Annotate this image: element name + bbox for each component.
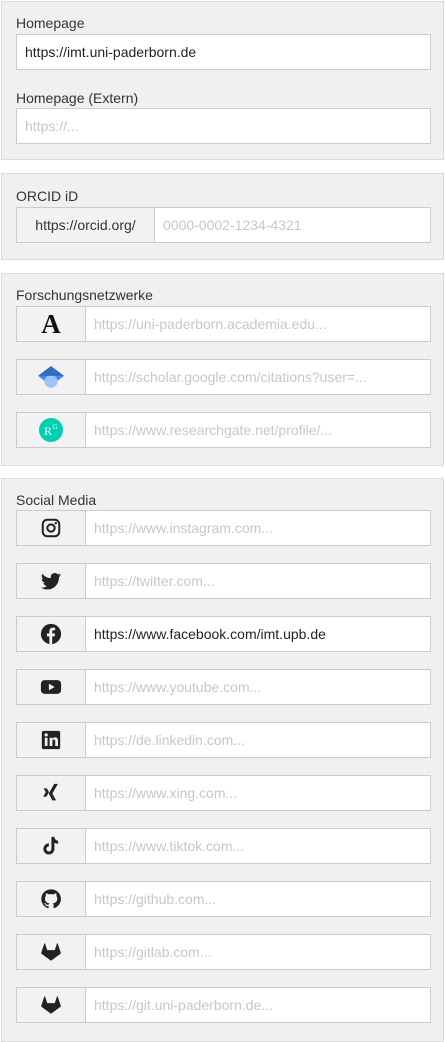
tiktok-input[interactable]: https://www.tiktok.com... [16,828,431,864]
orcid-prefix-addon: https://orcid.org/ [17,208,155,242]
xing-input[interactable]: https://www.xing.com... [16,775,431,811]
linkedin-placeholder: https://de.linkedin.com... [94,732,245,748]
orcid-placeholder: 0000-0002-1234-4321 [163,217,302,233]
twitter-icon [40,573,62,590]
instagram-input[interactable]: https://www.instagram.com... [16,510,431,546]
facebook-input[interactable]: https://www.facebook.com/imt.upb.de [16,616,431,652]
google-scholar-input[interactable]: https://scholar.google.com/citations?use… [16,359,431,395]
xing-icon [43,783,58,801]
youtube-input[interactable]: https://www.youtube.com... [16,669,431,705]
youtube-icon [40,680,62,694]
tiktok-placeholder: https://www.tiktok.com... [94,838,245,854]
instagram-icon [41,518,61,538]
gitlab-input[interactable]: https://gitlab.com... [16,934,431,970]
linkedin-input[interactable]: https://de.linkedin.com... [16,722,431,758]
youtube-addon [17,670,86,704]
google-scholar-placeholder: https://scholar.google.com/citations?use… [94,369,367,385]
orcid-input-group[interactable]: https://orcid.org/ 0000-0002-1234-4321 [16,207,431,243]
twitter-addon [17,564,86,598]
github-icon [41,889,61,909]
github-input[interactable]: https://github.com... [16,881,431,917]
xing-placeholder: https://www.xing.com... [94,785,238,801]
github-placeholder: https://github.com... [94,891,217,907]
orcid-panel: ORCID iD https://orcid.org/ 0000-0002-12… [1,173,444,260]
academia-input[interactable]: A https://uni-paderborn.academia.edu... [16,306,431,342]
xing-addon [17,776,86,810]
gitlab-icon [41,943,61,961]
homepage-panel: Homepage https://imt.uni-paderborn.de Ho… [1,1,444,160]
orcid-label: ORCID iD [16,188,79,204]
tiktok-icon [43,836,59,855]
academia-addon: A [17,307,86,341]
research-label: Forschungsnetzwerke [16,287,153,303]
homepage-input-value: https://imt.uni-paderborn.de [25,44,197,60]
instagram-addon [17,511,86,545]
facebook-icon [40,623,62,645]
facebook-value: https://www.facebook.com/imt.upb.de [94,626,326,642]
orcid-prefix: https://orcid.org/ [35,217,136,233]
github-addon [17,882,86,916]
google-scholar-addon [17,360,86,394]
linkedin-icon [41,730,61,750]
twitter-input[interactable]: https://twitter.com... [16,563,431,599]
linkedin-addon [17,723,86,757]
researchgate-addon: R G [17,413,86,447]
git-upb-placeholder: https://git.uni-paderborn.de... [94,997,273,1013]
social-label: Social Media [16,492,97,508]
gitlab-addon [17,935,86,969]
tiktok-addon [17,829,86,863]
academia-icon: A [41,308,61,339]
homepage-label: Homepage [16,15,85,31]
git-upb-addon [17,988,86,1022]
twitter-placeholder: https://twitter.com... [94,573,215,589]
homepage-extern-placeholder: https://... [25,118,79,134]
researchgate-input[interactable]: R G https://www.researchgate.net/profile… [16,412,431,448]
research-panel: Forschungsnetzwerke A https://uni-paderb… [1,273,444,466]
homepage-input[interactable]: https://imt.uni-paderborn.de [16,34,431,70]
researchgate-icon: R G [39,418,63,442]
youtube-placeholder: https://www.youtube.com... [94,679,262,695]
gitlab-placeholder: https://gitlab.com... [94,944,212,960]
social-panel: Social Media https://www.instagram.com..… [1,478,444,1042]
svg-text:G: G [53,423,58,431]
git-upb-input[interactable]: https://git.uni-paderborn.de... [16,987,431,1023]
google-scholar-icon [38,366,64,388]
facebook-addon [17,617,86,651]
researchgate-placeholder: https://www.researchgate.net/profile/... [94,422,333,438]
instagram-placeholder: https://www.instagram.com... [94,520,273,536]
academia-placeholder: https://uni-paderborn.academia.edu... [94,316,327,332]
svg-text:R: R [44,424,52,438]
homepage-extern-input[interactable]: https://... [16,108,431,144]
gitlab-icon [41,996,61,1014]
homepage-extern-label: Homepage (Extern) [16,90,139,106]
